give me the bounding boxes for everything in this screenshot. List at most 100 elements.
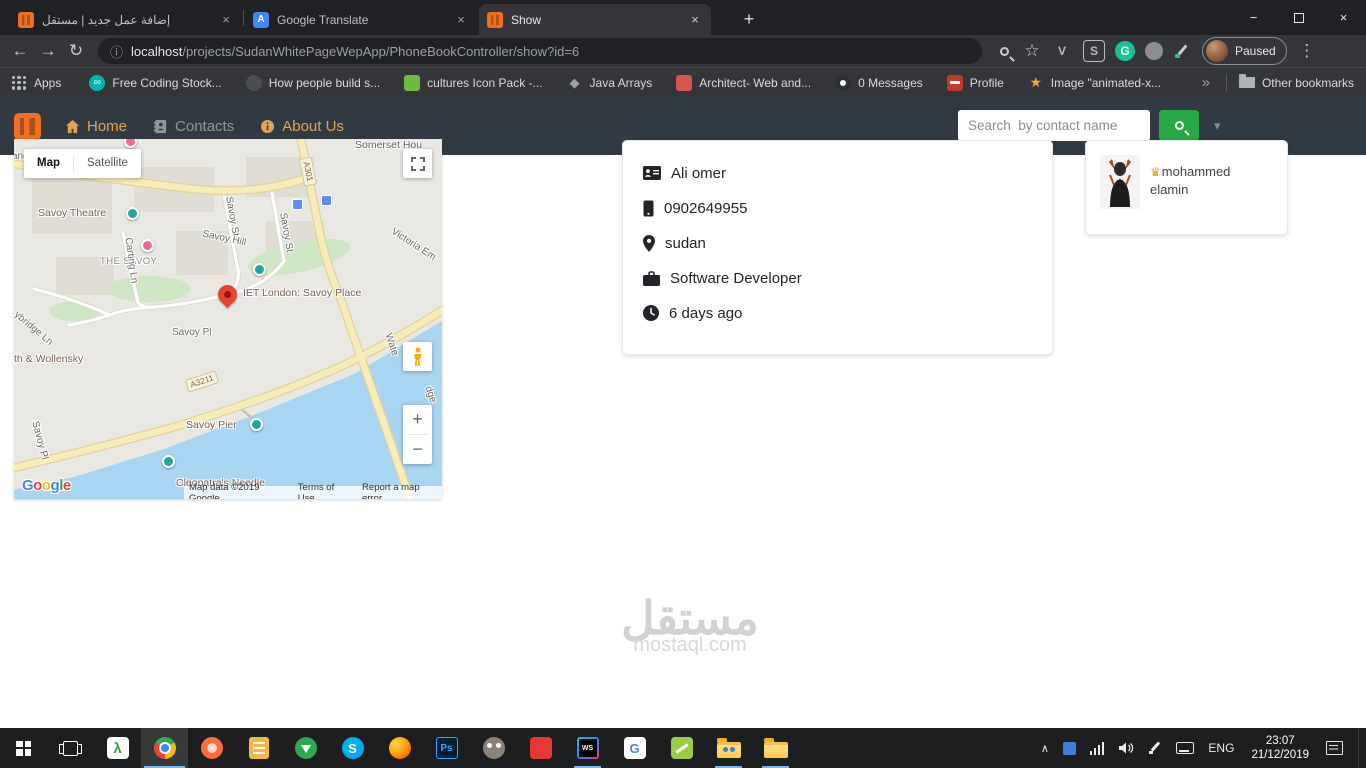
taskbar-chrome[interactable] xyxy=(141,728,188,768)
apps-grid-icon[interactable] xyxy=(12,75,26,90)
taskbar-postman[interactable] xyxy=(188,728,235,768)
taskbar-gimp[interactable] xyxy=(470,728,517,768)
watermark: مستقل mostaql.com xyxy=(585,594,795,657)
haskell-icon: λ xyxy=(106,737,129,759)
taskbar-file-explorer[interactable] xyxy=(752,728,799,768)
poi-savoy-pier-icon[interactable] xyxy=(250,418,263,431)
taskbar-webstorm[interactable]: WS xyxy=(564,728,611,768)
bookmark-item[interactable]: How people build s... xyxy=(245,74,380,91)
photoshop-icon: Ps xyxy=(435,737,458,759)
related-contact-name: ♛mohammed elamin xyxy=(1150,155,1230,220)
map-type-satellite-button[interactable]: Satellite xyxy=(74,149,141,178)
taskbar-firefox[interactable] xyxy=(376,728,423,768)
new-tab-button[interactable]: + xyxy=(736,6,762,32)
minimize-button[interactable]: − xyxy=(1231,0,1276,35)
taskbar-photoshop[interactable]: Ps xyxy=(423,728,470,768)
terms-link[interactable]: Terms of Use xyxy=(298,482,350,500)
tray-app-icon[interactable] xyxy=(1056,728,1083,768)
windows-ink-icon[interactable] xyxy=(1141,728,1169,768)
back-icon[interactable]: ← xyxy=(6,37,34,65)
tab-close-icon[interactable]: × xyxy=(218,12,234,28)
transit-icon[interactable] xyxy=(321,195,332,206)
search-input[interactable] xyxy=(958,110,1150,141)
nav-about[interactable]: About Us xyxy=(260,118,344,135)
skype-icon: S xyxy=(341,737,364,759)
volume-icon[interactable] xyxy=(1111,728,1141,768)
poi-savoy-theatre-icon[interactable] xyxy=(126,207,139,220)
nav-contacts-label: Contacts xyxy=(175,117,235,135)
grammarly-extension-icon[interactable]: G xyxy=(1115,41,1135,61)
bookmark-item[interactable]: cultures Icon Pack -... xyxy=(404,74,543,91)
tab-close-icon[interactable]: × xyxy=(453,12,469,28)
nav-contacts[interactable]: Contacts xyxy=(153,118,234,135)
fullscreen-button[interactable] xyxy=(403,149,432,178)
browser-tab-show[interactable]: Show × xyxy=(479,4,711,35)
google-map[interactable]: Somerset Hou Savoy Theatre THE SAVOY IET… xyxy=(14,139,442,499)
task-view-button[interactable] xyxy=(47,728,94,768)
report-error-link[interactable]: Report a map error xyxy=(362,482,437,500)
google-logo[interactable]: Google xyxy=(22,477,71,494)
language-indicator[interactable]: ENG xyxy=(1201,728,1241,768)
extension-s-icon[interactable]: S xyxy=(1083,40,1105,62)
zoom-out-button[interactable]: − xyxy=(403,435,432,464)
browser-tab-translate[interactable]: A Google Translate × xyxy=(245,4,477,35)
taskbar-shared-folder[interactable] xyxy=(705,728,752,768)
extension-circle-icon[interactable] xyxy=(1145,42,1163,60)
poi-cleopatra-icon[interactable] xyxy=(162,455,175,468)
show-desktop-button[interactable] xyxy=(1358,728,1362,768)
taskbar-g-app[interactable]: G xyxy=(611,728,658,768)
bookmark-item[interactable]: ◆ Java Arrays xyxy=(567,75,653,91)
taskbar-clock[interactable]: 23:07 21/12/2019 xyxy=(1241,728,1319,768)
taskbar-notes[interactable] xyxy=(235,728,282,768)
map-label: IET London: Savoy Place xyxy=(243,287,362,299)
poi-the-savoy-icon[interactable] xyxy=(141,239,154,252)
profile-button[interactable]: Paused xyxy=(1202,37,1287,65)
tray-chevron-up-icon[interactable]: ∧ xyxy=(1034,728,1056,768)
related-contact-card[interactable]: ♛mohammed elamin xyxy=(1085,140,1288,235)
browser-menu-icon[interactable]: ⋮ xyxy=(1293,37,1321,65)
start-button[interactable] xyxy=(0,728,47,768)
transit-icon[interactable] xyxy=(292,199,303,210)
search-button[interactable] xyxy=(1159,110,1199,141)
taskbar-notepadpp[interactable] xyxy=(658,728,705,768)
reload-icon[interactable]: ↻ xyxy=(62,37,90,65)
bookmark-label: Profile xyxy=(969,75,1004,90)
poi-icon[interactable] xyxy=(253,263,266,276)
bookmark-star-icon[interactable]: ☆ xyxy=(1018,37,1046,65)
action-center-icon[interactable] xyxy=(1319,728,1350,768)
zoom-icon[interactable] xyxy=(990,37,1018,65)
bookmark-item[interactable]: Profile xyxy=(946,74,1004,91)
tab-close-icon[interactable]: × xyxy=(687,12,703,28)
screen: إضافة عمل جديد | مستقل × A Google Transl… xyxy=(0,0,1366,768)
taskbar-skype[interactable]: S xyxy=(329,728,376,768)
site-info-icon[interactable]: ⓘ xyxy=(110,42,123,61)
touch-keyboard-icon[interactable] xyxy=(1169,728,1201,768)
bookmark-item[interactable]: ★ Image "animated-x... xyxy=(1028,74,1162,91)
bookmark-item[interactable]: ∞ Free Coding Stock... xyxy=(89,74,222,91)
zoom-in-button[interactable]: + xyxy=(403,405,432,434)
bookmarks-overflow-icon[interactable]: » xyxy=(1202,74,1210,91)
taskbar-idm[interactable] xyxy=(282,728,329,768)
address-bar[interactable]: ⓘ localhost/projects/SudanWhitePageWepAp… xyxy=(98,38,982,64)
taskbar-red-app[interactable] xyxy=(517,728,564,768)
extension-v-icon[interactable]: V xyxy=(1051,40,1073,62)
apps-label[interactable]: Apps xyxy=(34,76,61,90)
pegman-button[interactable] xyxy=(403,342,432,371)
search-dropdown-caret-icon[interactable]: ▾ xyxy=(1214,118,1221,134)
colorpicker-extension-icon[interactable] xyxy=(1173,42,1191,60)
maximize-button[interactable] xyxy=(1276,0,1321,35)
browser-tab-mostaql[interactable]: إضافة عمل جديد | مستقل × xyxy=(10,4,242,35)
taskbar-haskell[interactable]: λ xyxy=(94,728,141,768)
bookmark-favicon xyxy=(404,74,421,91)
network-icon[interactable] xyxy=(1083,728,1112,768)
bookmark-item[interactable]: 0 Messages xyxy=(835,74,923,91)
tab-title: Show xyxy=(511,12,542,27)
url-host: localhost xyxy=(131,43,183,59)
close-window-button[interactable]: × xyxy=(1321,0,1366,35)
site-logo[interactable] xyxy=(14,112,41,140)
nav-home[interactable]: Home xyxy=(65,118,127,135)
other-bookmarks-button[interactable]: Other bookmarks xyxy=(1262,76,1354,90)
map-type-map-button[interactable]: Map xyxy=(24,149,73,178)
forward-icon[interactable]: → xyxy=(34,37,62,65)
bookmark-item[interactable]: Architect- Web and... xyxy=(676,74,811,91)
